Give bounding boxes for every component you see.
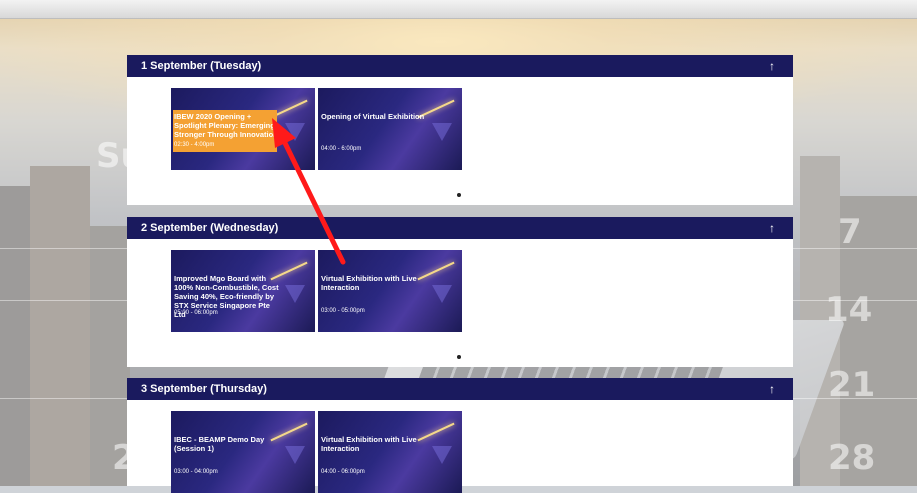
annotation-arrow: [272, 118, 346, 265]
